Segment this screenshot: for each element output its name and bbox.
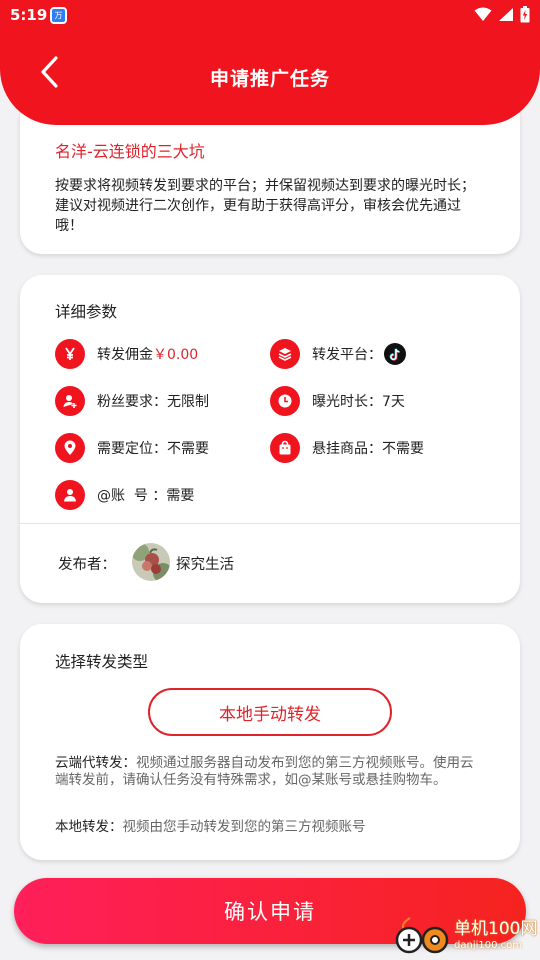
param-location: 需要定位： 不需要 bbox=[55, 433, 209, 463]
signal-icon bbox=[499, 8, 513, 21]
cloud-forward-label: 云端代转发： bbox=[55, 755, 136, 771]
app-header: 5:19 万 申请推广任务 bbox=[0, 0, 540, 125]
app-notification-icon: 万 bbox=[50, 7, 67, 24]
goods-value: 不需要 bbox=[382, 441, 424, 457]
detail-params-card: 详细参数 转发佣金 ￥0.00 转发平台： 粉丝要求： 无限制 曝光时长： 7天 bbox=[20, 275, 520, 603]
account-label: @账 号 ： bbox=[97, 488, 167, 504]
wifi-icon bbox=[474, 7, 492, 21]
fans-label: 粉丝要求： bbox=[97, 394, 167, 410]
param-account: @账 号 ： 需要 bbox=[55, 480, 194, 510]
tiktok-icon bbox=[384, 343, 406, 365]
status-time: 5:19 bbox=[10, 6, 48, 24]
param-commission: 转发佣金 ￥0.00 bbox=[55, 339, 198, 369]
watermark-logo-icon bbox=[395, 917, 449, 954]
watermark: 单机100网 danji100.com bbox=[392, 912, 540, 958]
user-icon bbox=[55, 480, 85, 510]
local-forward-label: 本地转发： bbox=[55, 819, 123, 835]
yen-icon bbox=[55, 339, 85, 369]
platform-label: 转发平台： bbox=[312, 347, 382, 363]
watermark-name: 单机100网 bbox=[454, 919, 538, 939]
exposure-label: 曝光时长： bbox=[312, 394, 382, 410]
page-title: 申请推广任务 bbox=[209, 68, 330, 90]
publisher-label: 发布者： bbox=[58, 557, 116, 573]
local-forward-desc: 视频由您手动转发到您的第三方视频账号 bbox=[122, 819, 366, 835]
forward-type-title: 选择转发类型 bbox=[55, 653, 149, 671]
watermark-url: danji100.com bbox=[454, 940, 522, 951]
location-value: 不需要 bbox=[167, 441, 209, 457]
shopping-bag-icon bbox=[270, 433, 300, 463]
location-pin-icon bbox=[55, 433, 85, 463]
cloud-forward-explanation: 云端代转发：视频通过服务器自动发布到您的第三方视频账号。使用云端转发前，请确认任… bbox=[55, 755, 485, 789]
account-value: 需要 bbox=[166, 488, 195, 504]
location-label: 需要定位： bbox=[97, 441, 167, 457]
publisher-name[interactable]: 探究生活 bbox=[176, 553, 234, 574]
divider bbox=[20, 523, 520, 524]
status-icons bbox=[474, 6, 530, 23]
status-bar: 5:19 万 bbox=[0, 0, 540, 32]
goods-label: 悬挂商品： bbox=[312, 441, 382, 457]
battery-icon bbox=[520, 6, 530, 23]
local-forward-explanation: 本地转发：视频由您手动转发到您的第三方视频账号 bbox=[55, 819, 485, 836]
clock-icon bbox=[270, 386, 300, 416]
fans-value: 无限制 bbox=[167, 394, 209, 410]
commission-value: ￥0.00 bbox=[153, 347, 199, 363]
params-title: 详细参数 bbox=[55, 303, 118, 321]
task-name: 名洋-云连锁的三大坑 bbox=[55, 142, 205, 161]
local-forward-option-button[interactable]: 本地手动转发 bbox=[148, 688, 392, 736]
user-add-icon bbox=[55, 386, 85, 416]
param-platform: 转发平台： bbox=[270, 339, 406, 369]
publisher-avatar[interactable] bbox=[132, 543, 170, 581]
forward-type-card: 选择转发类型 本地手动转发 云端代转发：视频通过服务器自动发布到您的第三方视频账… bbox=[20, 624, 520, 860]
param-exposure: 曝光时长： 7天 bbox=[270, 386, 405, 416]
param-fans: 粉丝要求： 无限制 bbox=[55, 386, 209, 416]
layers-icon bbox=[270, 339, 300, 369]
exposure-value: 7天 bbox=[382, 394, 405, 410]
commission-label: 转发佣金 bbox=[97, 347, 153, 363]
param-goods: 悬挂商品： 不需要 bbox=[270, 433, 424, 463]
task-description: 按要求将视频转发到要求的平台；并保留视频达到要求的曝光时长；建议对视频进行二次创… bbox=[55, 178, 475, 234]
